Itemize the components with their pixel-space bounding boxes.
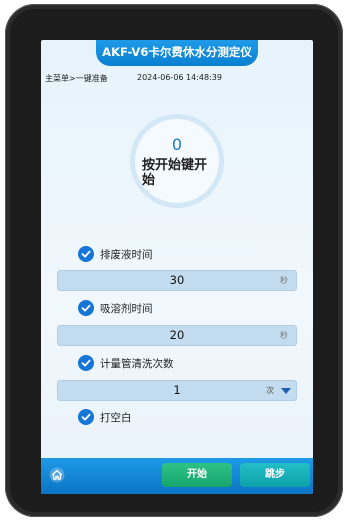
- chevron-down-icon[interactable]: [281, 388, 291, 394]
- option-label: 排废液时间: [100, 248, 153, 261]
- option-label: 打空白: [100, 411, 132, 424]
- dial-label: 按开始键开始: [142, 158, 208, 188]
- checkbox-icon[interactable]: [78, 300, 94, 316]
- start-button[interactable]: 开始: [162, 463, 232, 487]
- tablet-frame: AKF-V6卡尔费休水分测定仪 主菜单>一键准备 2024-06-06 14:4…: [5, 4, 343, 517]
- option-drain-time[interactable]: 排废液时间: [78, 245, 153, 263]
- option-label: 计量管清洗次数: [100, 357, 174, 370]
- datetime: 2024-06-06 14:48:39: [137, 73, 222, 82]
- drain-time-field[interactable]: 30 秒: [57, 270, 297, 291]
- option-wash-count[interactable]: 计量管清洗次数: [78, 354, 174, 372]
- option-blank[interactable]: 打空白: [78, 408, 132, 426]
- progress-dial: 0 按开始键开始: [130, 114, 224, 208]
- field-value: 30: [169, 273, 185, 287]
- checkbox-icon[interactable]: [78, 409, 94, 425]
- skip-button[interactable]: 跳步: [240, 463, 310, 487]
- home-icon[interactable]: [47, 465, 67, 485]
- option-label: 吸溶剂时间: [100, 302, 153, 315]
- checkbox-icon[interactable]: [78, 355, 94, 371]
- app-title: AKF-V6卡尔费休水分测定仪: [96, 40, 258, 66]
- breadcrumb: 主菜单>一键准备: [45, 74, 108, 83]
- field-value: 1: [173, 383, 181, 397]
- screen: AKF-V6卡尔费休水分测定仪 主菜单>一键准备 2024-06-06 14:4…: [41, 40, 313, 494]
- checkbox-icon[interactable]: [78, 246, 94, 262]
- solvent-time-field[interactable]: 20 秒: [57, 325, 297, 346]
- field-unit: 秒: [280, 276, 288, 285]
- option-solvent-time[interactable]: 吸溶剂时间: [78, 299, 153, 317]
- bottom-toolbar: 开始 跳步: [41, 458, 313, 494]
- dial-value: 0: [171, 135, 183, 154]
- field-value: 20: [169, 328, 185, 342]
- field-unit: 秒: [280, 331, 288, 340]
- wash-count-dropdown[interactable]: 1 次: [57, 380, 297, 401]
- field-unit: 次: [266, 386, 274, 395]
